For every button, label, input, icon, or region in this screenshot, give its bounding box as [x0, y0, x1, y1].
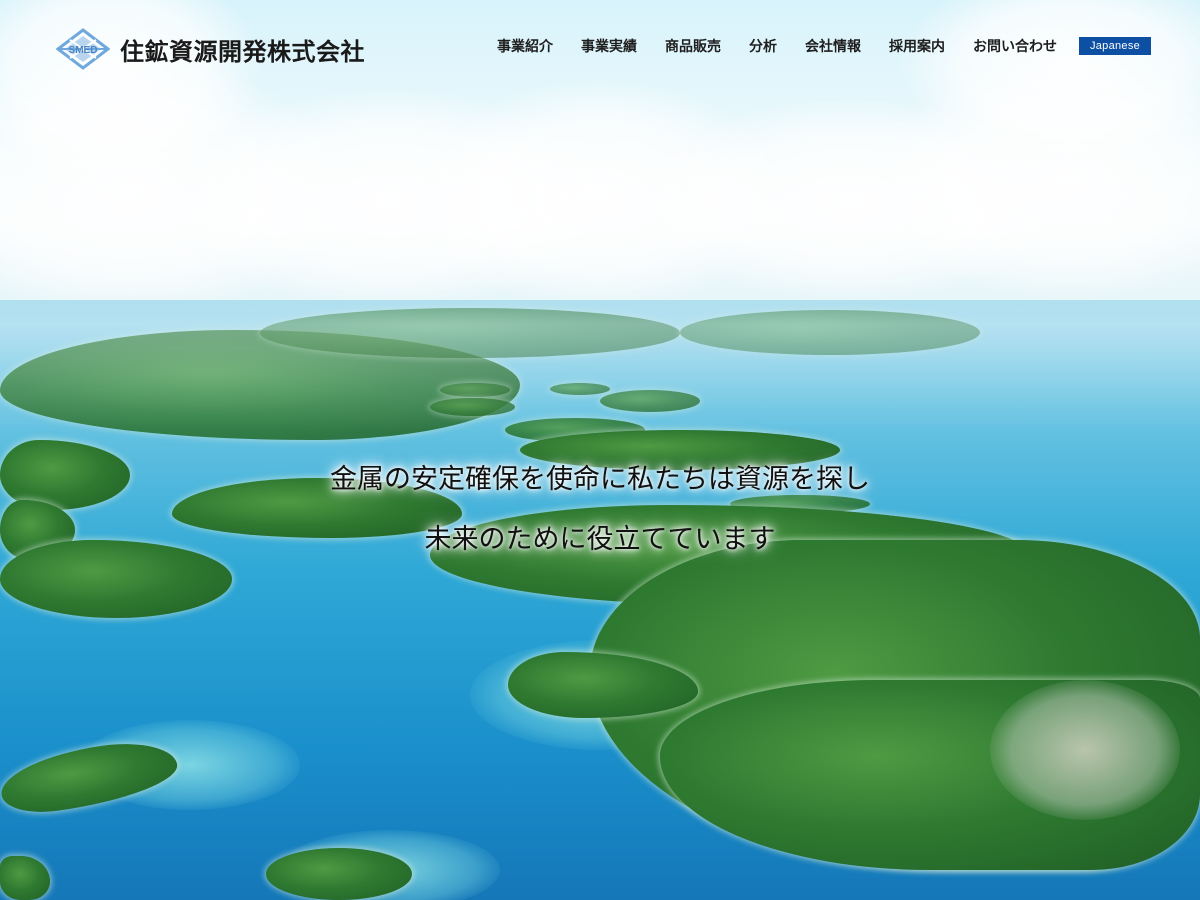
island — [440, 383, 510, 397]
nav-item-company-info[interactable]: 会社情報 — [805, 36, 861, 56]
hero-tagline: 金属の安定確保を使命に私たちは資源を探し 未来のために役立てています — [0, 450, 1200, 570]
nav-item-product-sales[interactable]: 商品販売 — [665, 36, 721, 56]
company-name: 住鉱資源開発株式会社 — [120, 37, 365, 66]
nav-item-analysis[interactable]: 分析 — [749, 36, 777, 56]
island — [430, 398, 515, 416]
island — [600, 390, 700, 412]
island — [260, 308, 680, 358]
nav-item-contact[interactable]: お問い合わせ — [973, 36, 1057, 56]
language-button[interactable]: Japanese — [1079, 37, 1151, 55]
nav-item-business-intro[interactable]: 事業紹介 — [497, 36, 553, 56]
nav-item-business-results[interactable]: 事業実績 — [581, 36, 637, 56]
logo-mark-text: SMED — [69, 45, 98, 56]
global-nav: 事業紹介 事業実績 商品販売 分析 会社情報 採用案内 お問い合わせ Japan… — [497, 36, 1151, 56]
island — [550, 383, 610, 395]
island — [266, 848, 412, 900]
mangrove-area — [990, 680, 1180, 820]
island — [680, 310, 980, 355]
nav-item-recruitment[interactable]: 採用案内 — [889, 36, 945, 56]
company-logo-link[interactable]: SMED 住鉱資源開発株式会社 — [55, 28, 365, 70]
tagline-line-2: 未来のために役立てています — [424, 524, 776, 555]
site-header: SMED 住鉱資源開発株式会社 事業紹介 事業実績 商品販売 分析 会社情報 採… — [0, 0, 1200, 96]
tagline-line-1: 金属の安定確保を使命に私たちは資源を探し — [330, 464, 870, 495]
company-logo-icon: SMED — [55, 28, 111, 70]
